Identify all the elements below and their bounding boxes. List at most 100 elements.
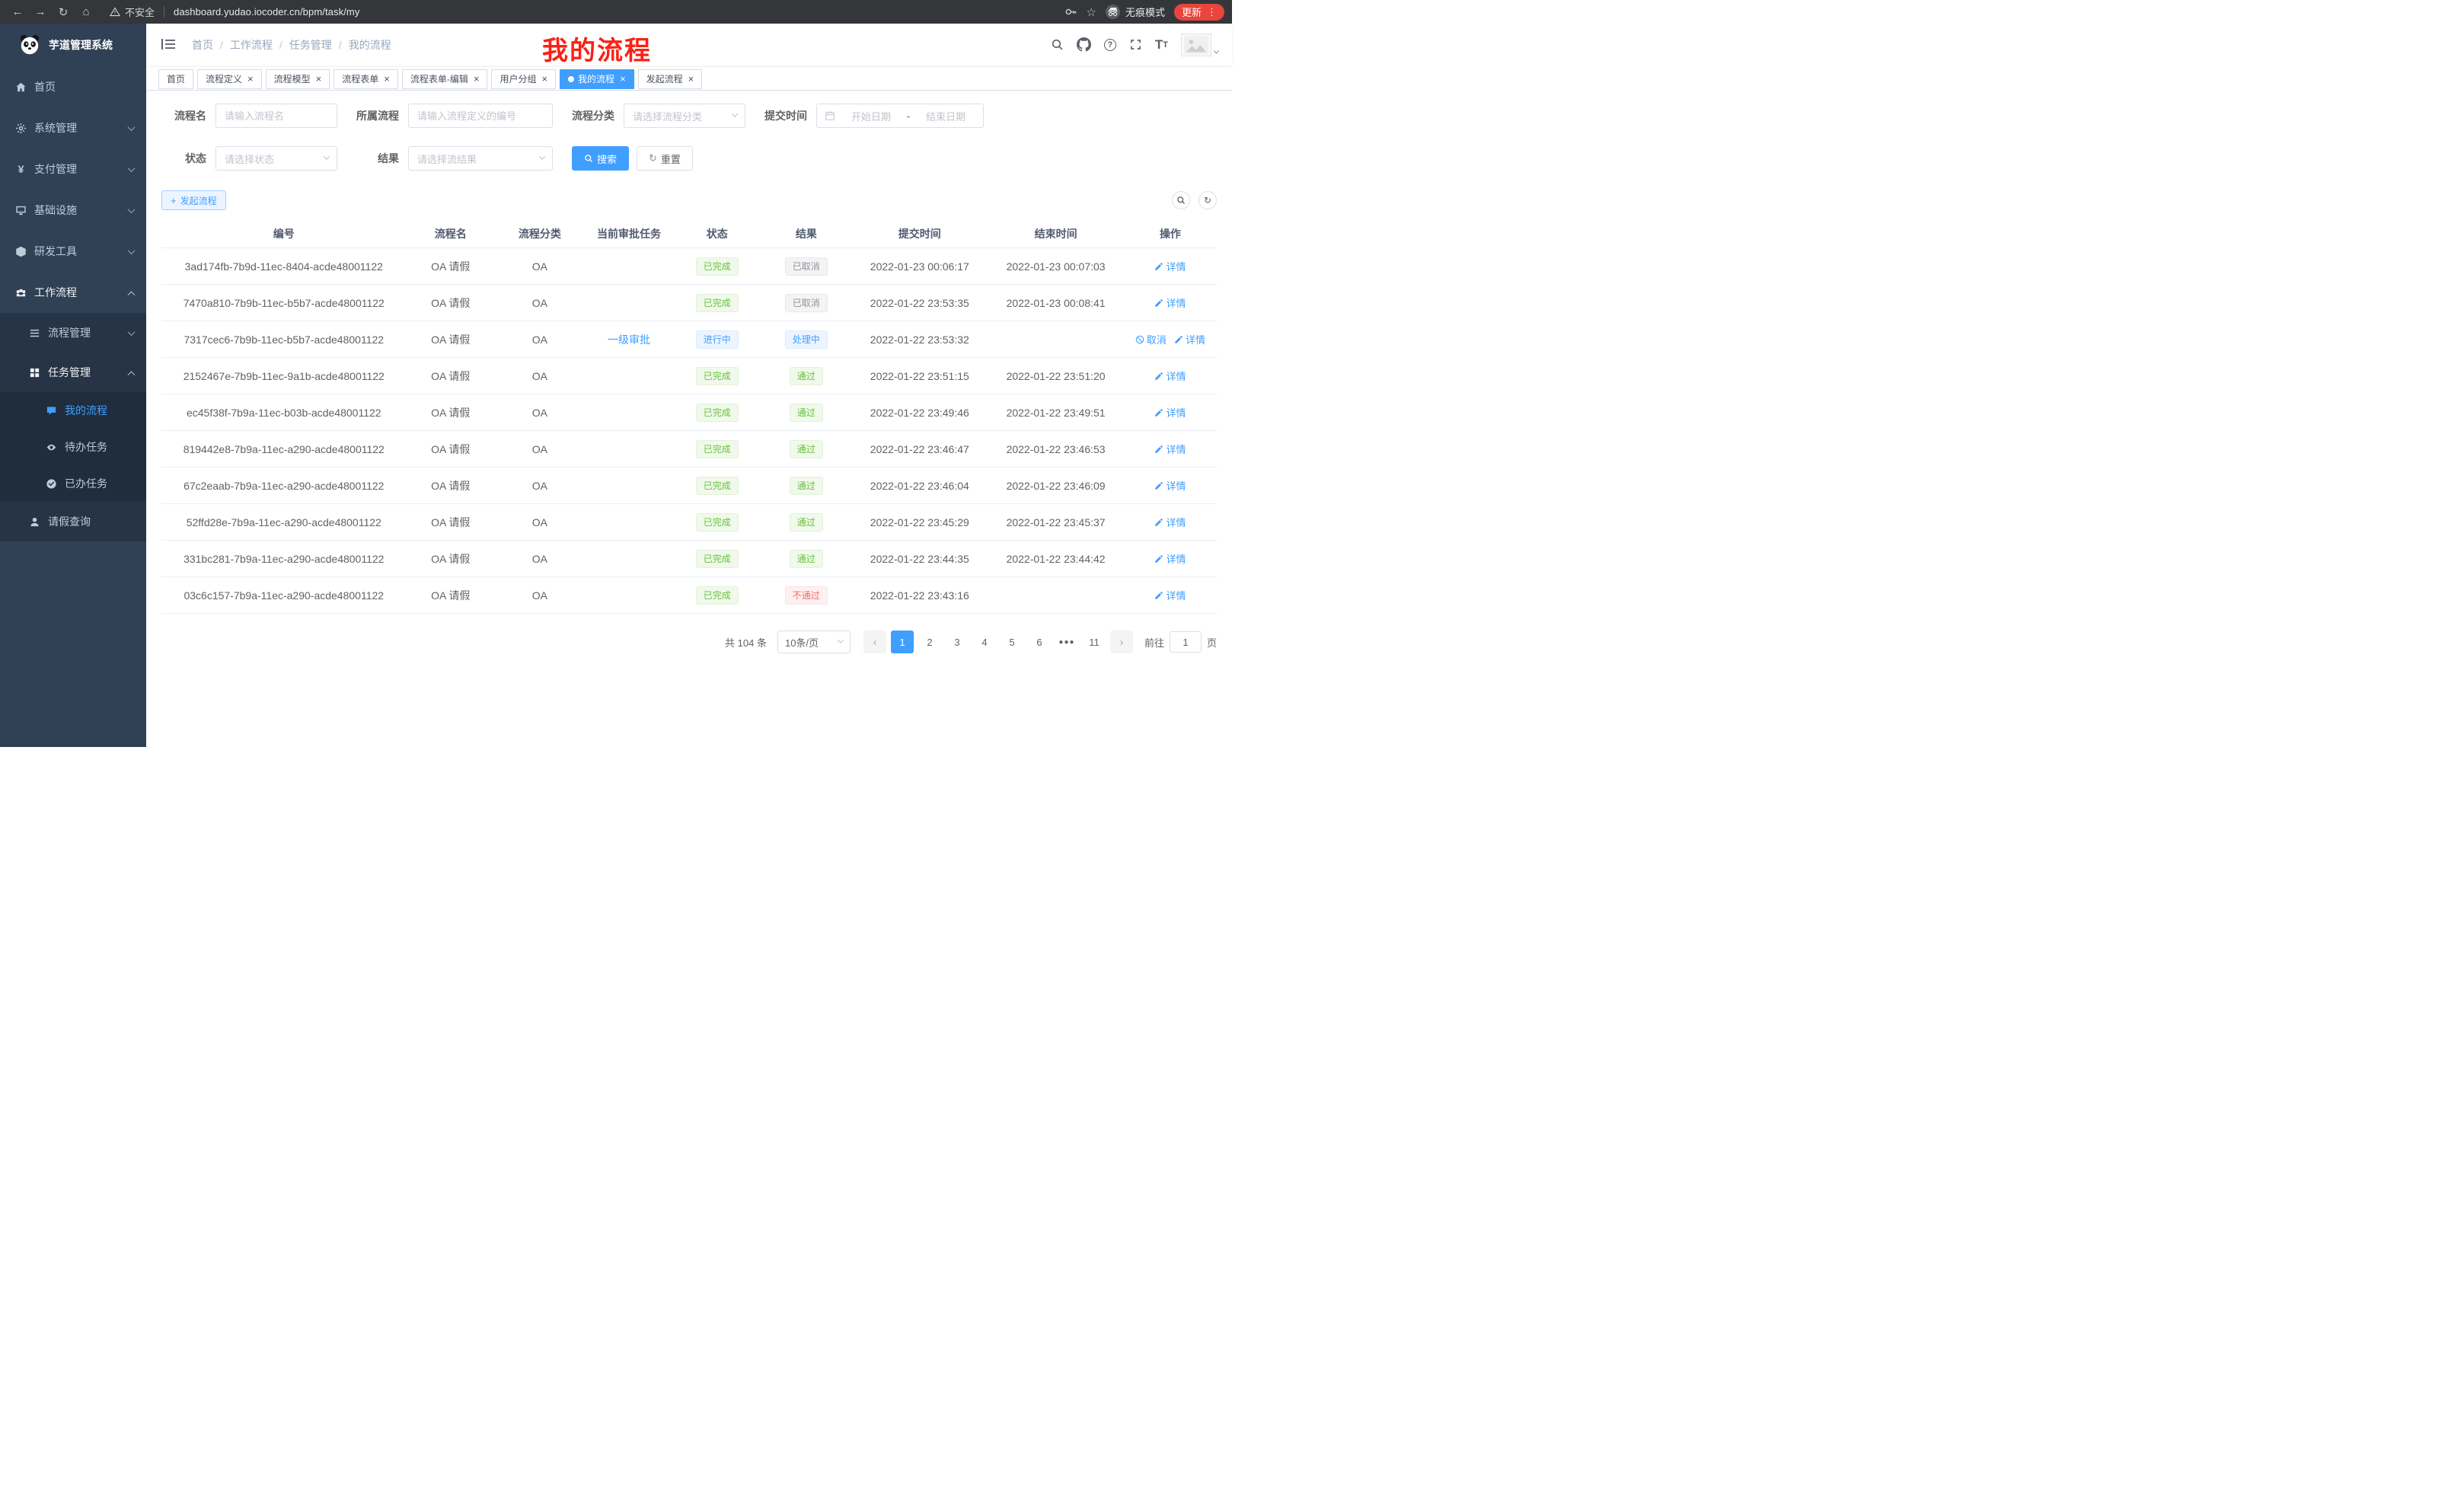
cell-process-id: 3ad174fb-7b9d-11ec-8404-acde48001122 [161,248,407,284]
tab-process-definition[interactable]: 流程定义 × [197,69,262,89]
detail-link[interactable]: 详情 [1154,551,1186,566]
avatar[interactable] [1181,34,1211,56]
sidebar-item-leave-query[interactable]: 请假查询 [0,502,146,541]
bookmark-star-icon[interactable]: ☆ [1087,5,1096,19]
process-name-input[interactable] [215,104,337,128]
cell-operations: 详情 [1124,394,1217,430]
cell-operations: 取消 详情 [1124,321,1217,357]
password-key-icon[interactable] [1064,5,1077,18]
page-button-4[interactable]: 4 [973,630,996,653]
detail-link[interactable]: 详情 [1154,442,1186,456]
font-size-icon[interactable]: TT [1155,37,1168,53]
detail-link[interactable]: 详情 [1174,332,1205,346]
cancel-link[interactable]: 取消 [1135,332,1167,346]
fullscreen-icon[interactable] [1129,38,1142,51]
page-button-2[interactable]: 2 [918,630,941,653]
cell-result: 通过 [761,468,851,503]
page-size-select[interactable]: 10条/页 [777,630,851,653]
cell-end-time: 2022-01-23 00:08:41 [988,285,1124,321]
sidebar-item-system[interactable]: 系统管理 [0,107,146,148]
browser-menu-icon[interactable]: ⋮ [1207,6,1217,18]
close-icon[interactable]: × [474,74,480,84]
close-icon[interactable]: × [541,74,547,84]
detail-link[interactable]: 详情 [1154,295,1186,310]
tab-start-process[interactable]: 发起流程 × [638,69,703,89]
page-button-6[interactable]: 6 [1028,630,1051,653]
sidebar-item-task-management[interactable]: 任务管理 [0,353,146,392]
goto-page-input[interactable] [1170,631,1202,653]
status-tag: 已完成 [696,257,739,276]
browser-forward-button[interactable]: → [30,3,50,21]
sidebar-item-workflow[interactable]: 工作流程 [0,272,146,313]
sidebar-item-todo-tasks[interactable]: 待办任务 [0,429,146,465]
refresh-icon: ↻ [1204,196,1211,205]
github-icon[interactable] [1077,37,1091,52]
cell-process-name: OA 请假 [407,321,495,357]
page-button-5[interactable]: 5 [1001,630,1023,653]
submit-time-range-picker[interactable]: 开始日期 - 结束日期 [816,104,984,128]
cell-end-time: 2022-01-22 23:46:09 [988,468,1124,503]
help-icon[interactable]: ? [1104,39,1116,51]
sidebar-item-devtools[interactable]: 研发工具 [0,231,146,272]
tab-process-form[interactable]: 流程表单 × [334,69,398,89]
breadcrumb-workflow[interactable]: 工作流程 [230,37,273,53]
security-indicator[interactable]: 不安全 [110,5,155,19]
update-button[interactable]: 更新 ⋮ [1174,4,1224,21]
browser-back-button[interactable]: ← [8,3,27,21]
search-button[interactable]: 搜索 [572,146,629,171]
tab-user-group[interactable]: 用户分组 × [491,69,556,89]
breadcrumb-task-management[interactable]: 任务管理 [289,37,332,53]
sidebar-item-infrastructure[interactable]: 基础设施 [0,190,146,231]
close-icon[interactable]: × [316,74,322,84]
sidebar-item-my-process[interactable]: 我的流程 [0,392,146,429]
detail-link[interactable]: 详情 [1154,369,1186,383]
close-icon[interactable]: × [247,74,254,84]
search-icon[interactable] [1051,38,1064,51]
more-pages-button[interactable]: ●●● [1055,630,1078,653]
page-button-11[interactable]: 11 [1083,630,1106,653]
sidebar-item-process-management[interactable]: 流程管理 [0,313,146,353]
avatar-caret-icon[interactable] [1214,44,1218,56]
plus-icon: + [171,195,177,206]
detail-link[interactable]: 详情 [1154,515,1186,529]
sidebar-item-home[interactable]: 首页 [0,66,146,107]
reset-button[interactable]: ↻ 重置 [637,146,693,171]
close-icon[interactable]: × [384,74,390,84]
table-row: 03c6c157-7b9a-11ec-a290-acde48001122 OA … [161,577,1217,614]
start-date-placeholder: 开始日期 [841,109,901,123]
refresh-table-button[interactable]: ↻ [1198,191,1217,209]
sidebar-item-done-tasks[interactable]: 已办任务 [0,465,146,502]
process-category-select[interactable]: 请选择流程分类 [624,104,745,128]
tab-process-form-edit[interactable]: 流程表单-编辑 × [402,69,488,89]
sidebar-item-payment[interactable]: ¥ 支付管理 [0,148,146,190]
tab-home[interactable]: 首页 [158,69,193,89]
sidebar-collapse-icon[interactable] [161,38,177,52]
close-icon[interactable]: × [688,74,694,84]
result-tag: 不通过 [785,586,828,605]
tab-process-model[interactable]: 流程模型 × [266,69,330,89]
breadcrumb-current: 我的流程 [349,37,391,53]
result-select[interactable]: 请选择流结果 [408,146,553,171]
detail-link[interactable]: 详情 [1154,588,1186,602]
process-definition-input[interactable] [408,104,553,128]
detail-link[interactable]: 详情 [1154,478,1186,493]
browser-home-button[interactable]: ⌂ [76,3,96,21]
status-tag: 已完成 [696,586,739,605]
url-bar[interactable]: dashboard.yudao.iocoder.cn/bpm/task/my [164,6,359,18]
detail-link[interactable]: 详情 [1154,405,1186,420]
tab-my-process[interactable]: 我的流程 × [560,69,634,89]
home-icon [15,81,27,93]
browser-reload-button[interactable]: ↻ [53,3,73,21]
page-button-3[interactable]: 3 [946,630,969,653]
current-task-link[interactable]: 一级审批 [608,332,650,347]
page-button-1[interactable]: 1 [891,630,914,653]
prev-page-button[interactable]: ‹ [863,630,886,653]
status-select[interactable]: 请选择状态 [215,146,337,171]
next-page-button[interactable]: › [1110,630,1133,653]
start-process-button[interactable]: + 发起流程 [161,190,226,210]
cell-submit-time: 2022-01-22 23:44:35 [851,541,988,576]
close-icon[interactable]: × [620,74,626,84]
detail-link[interactable]: 详情 [1154,259,1186,273]
breadcrumb-home[interactable]: 首页 [192,37,213,53]
toggle-search-button[interactable] [1172,191,1190,209]
